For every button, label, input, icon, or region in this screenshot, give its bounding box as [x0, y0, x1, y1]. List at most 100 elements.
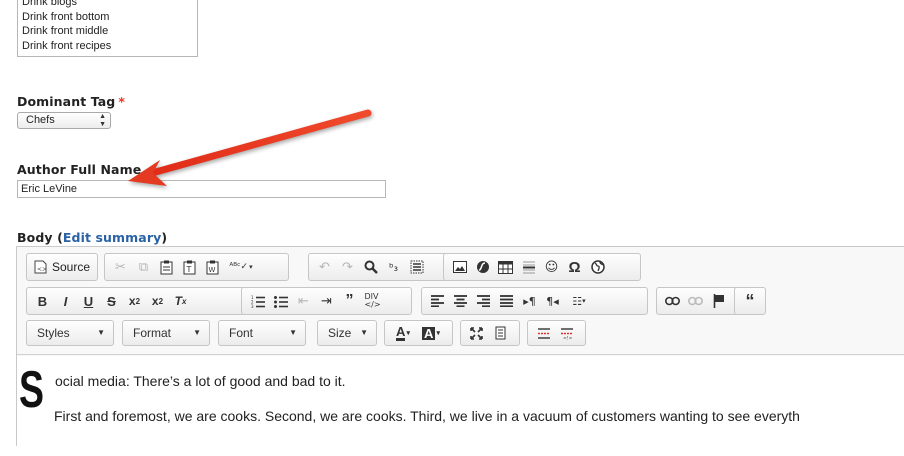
- redo-icon[interactable]: ↷: [336, 256, 359, 278]
- chevron-down-icon: ▼: [193, 328, 201, 337]
- size-label: Size: [328, 326, 352, 340]
- image-icon[interactable]: [448, 256, 471, 278]
- maximize-icon[interactable]: [465, 322, 488, 344]
- links-group: [656, 287, 745, 315]
- bulleted-list-icon[interactable]: [269, 290, 292, 312]
- outdent-icon[interactable]: ⇤: [292, 290, 315, 312]
- iframe-globe-icon[interactable]: [586, 256, 609, 278]
- paragraph-1: ocial media: There’s a lot of good and b…: [55, 373, 346, 389]
- justify-icon[interactable]: [495, 290, 518, 312]
- body-label-text: Body: [17, 230, 53, 245]
- align-center-icon[interactable]: [449, 290, 472, 312]
- special-char-icon[interactable]: Ω: [563, 256, 586, 278]
- source-button[interactable]: Source: [52, 260, 90, 274]
- svg-text:<!>: <!>: [563, 335, 573, 340]
- category-multiselect[interactable]: Drink blogs Drink front bottom Drink fro…: [17, 0, 198, 57]
- superscript-icon[interactable]: x2: [146, 290, 169, 312]
- creatediv-icon[interactable]: DIV </>: [361, 290, 384, 312]
- format-label: Format: [133, 326, 172, 340]
- paragraph-group: 123 ⇤ ⇥ ” DIV </>: [241, 287, 412, 315]
- list-item[interactable]: Drink front recipes: [18, 39, 197, 54]
- drop-cap: S: [19, 361, 44, 419]
- unlink-icon[interactable]: [684, 290, 707, 312]
- font-dropdown[interactable]: Font ▼: [218, 320, 306, 346]
- format-dropdown[interactable]: Format ▼: [122, 320, 210, 346]
- dominant-tag-label: Dominant Tag *: [17, 94, 125, 109]
- edit-summary-link[interactable]: Edit summary: [63, 230, 161, 245]
- list-item[interactable]: Drink front middle: [18, 24, 197, 39]
- page-break-icon[interactable]: [532, 322, 555, 344]
- flash-icon[interactable]: [471, 256, 494, 278]
- align-left-icon[interactable]: [426, 290, 449, 312]
- author-full-name-input[interactable]: [17, 180, 386, 198]
- font-label: Font: [229, 326, 254, 340]
- cut-icon[interactable]: ✂: [109, 256, 132, 278]
- copy-icon[interactable]: ⧉: [132, 256, 155, 278]
- link-icon[interactable]: [661, 290, 684, 312]
- chevron-down-icon: ▼: [289, 328, 297, 337]
- styles-label: Styles: [37, 326, 70, 340]
- svg-text:3: 3: [251, 304, 254, 308]
- remove-format-icon[interactable]: Tx: [169, 290, 192, 312]
- rich-text-editor: <> Source ✂ ⧉ T W ᴬᴮᶜ✓ ▾ ↶ ↷ ᵇ₃ ☺ Ω B I …: [16, 246, 904, 456]
- replace-icon[interactable]: ᵇ₃: [382, 256, 405, 278]
- bold-icon[interactable]: B: [31, 290, 54, 312]
- smiley-icon[interactable]: ☺: [540, 256, 563, 278]
- ltr-icon[interactable]: ▸¶: [518, 290, 541, 312]
- chevron-down-icon: ▼: [360, 328, 368, 337]
- required-marker: *: [118, 94, 125, 109]
- chevron-down-icon: ▼: [97, 328, 105, 337]
- paste-word-icon[interactable]: W: [201, 256, 224, 278]
- quote-icon[interactable]: “: [739, 290, 761, 312]
- select-all-icon[interactable]: [405, 256, 428, 278]
- horizontal-rule-icon[interactable]: [517, 256, 540, 278]
- insert-group: ☺ Ω: [443, 253, 641, 281]
- edit-group: ↶ ↷ ᵇ₃: [308, 253, 454, 281]
- numbered-list-icon[interactable]: 123: [246, 290, 269, 312]
- list-item[interactable]: Drink blogs: [18, 0, 197, 10]
- list-item[interactable]: Drink front bottom: [18, 10, 197, 25]
- anchor-flag-icon[interactable]: [707, 290, 730, 312]
- rtl-icon[interactable]: ¶◂: [541, 290, 564, 312]
- teaser-break-icon[interactable]: <!>: [555, 322, 578, 344]
- basic-styles-group: B I U S x2 x2 Tx: [26, 287, 253, 315]
- blockquote-icon[interactable]: ”: [338, 290, 361, 312]
- italic-icon[interactable]: I: [54, 290, 77, 312]
- source-icon: <>: [31, 256, 49, 278]
- indent-icon[interactable]: ⇥: [315, 290, 338, 312]
- dominant-tag-label-text: Dominant Tag: [17, 94, 116, 109]
- author-label: Author Full Name: [17, 162, 142, 177]
- editor-toolbar: <> Source ✂ ⧉ T W ᴬᴮᶜ✓ ▾ ↶ ↷ ᵇ₃ ☺ Ω B I …: [17, 247, 904, 355]
- svg-text:W: W: [209, 266, 216, 274]
- tools-group: [460, 320, 520, 346]
- body-label: Body (Edit summary): [17, 230, 167, 245]
- table-icon[interactable]: [494, 256, 517, 278]
- svg-text:T: T: [186, 265, 192, 274]
- find-icon[interactable]: [359, 256, 382, 278]
- show-blocks-icon[interactable]: [488, 322, 511, 344]
- underline-icon[interactable]: U: [77, 290, 100, 312]
- dominant-tag-value: Chefs: [26, 114, 55, 126]
- clipboard-group: ✂ ⧉ T W ᴬᴮᶜ✓ ▾: [104, 253, 289, 281]
- size-dropdown[interactable]: Size ▼: [317, 320, 377, 346]
- dominant-tag-select[interactable]: Chefs ▲ ▼: [17, 112, 111, 129]
- language-icon[interactable]: ☷ ▾: [564, 290, 594, 312]
- paste-text-icon[interactable]: T: [178, 256, 201, 278]
- editor-content[interactable]: S ocial media: There’s a lot of good and…: [17, 356, 904, 456]
- text-color-icon[interactable]: A ▾: [389, 322, 417, 344]
- subscript-icon[interactable]: x2: [123, 290, 146, 312]
- quote-group: “: [734, 287, 766, 315]
- svg-text:<>: <>: [37, 266, 47, 273]
- align-right-icon[interactable]: [472, 290, 495, 312]
- paren-close: ): [161, 230, 168, 245]
- strike-icon[interactable]: S: [100, 290, 123, 312]
- undo-icon[interactable]: ↶: [313, 256, 336, 278]
- spellcheck-icon[interactable]: ᴬᴮᶜ✓ ▾: [224, 256, 258, 278]
- source-group: <> Source: [26, 253, 98, 281]
- align-group: ▸¶ ¶◂ ☷ ▾: [421, 287, 648, 315]
- paste-icon[interactable]: [155, 256, 178, 278]
- background-color-icon[interactable]: A ▾: [417, 322, 445, 344]
- styles-dropdown[interactable]: Styles ▼: [26, 320, 114, 346]
- break-group: <!>: [527, 320, 586, 346]
- paragraph-2: First and foremost, we are cooks. Second…: [54, 408, 800, 424]
